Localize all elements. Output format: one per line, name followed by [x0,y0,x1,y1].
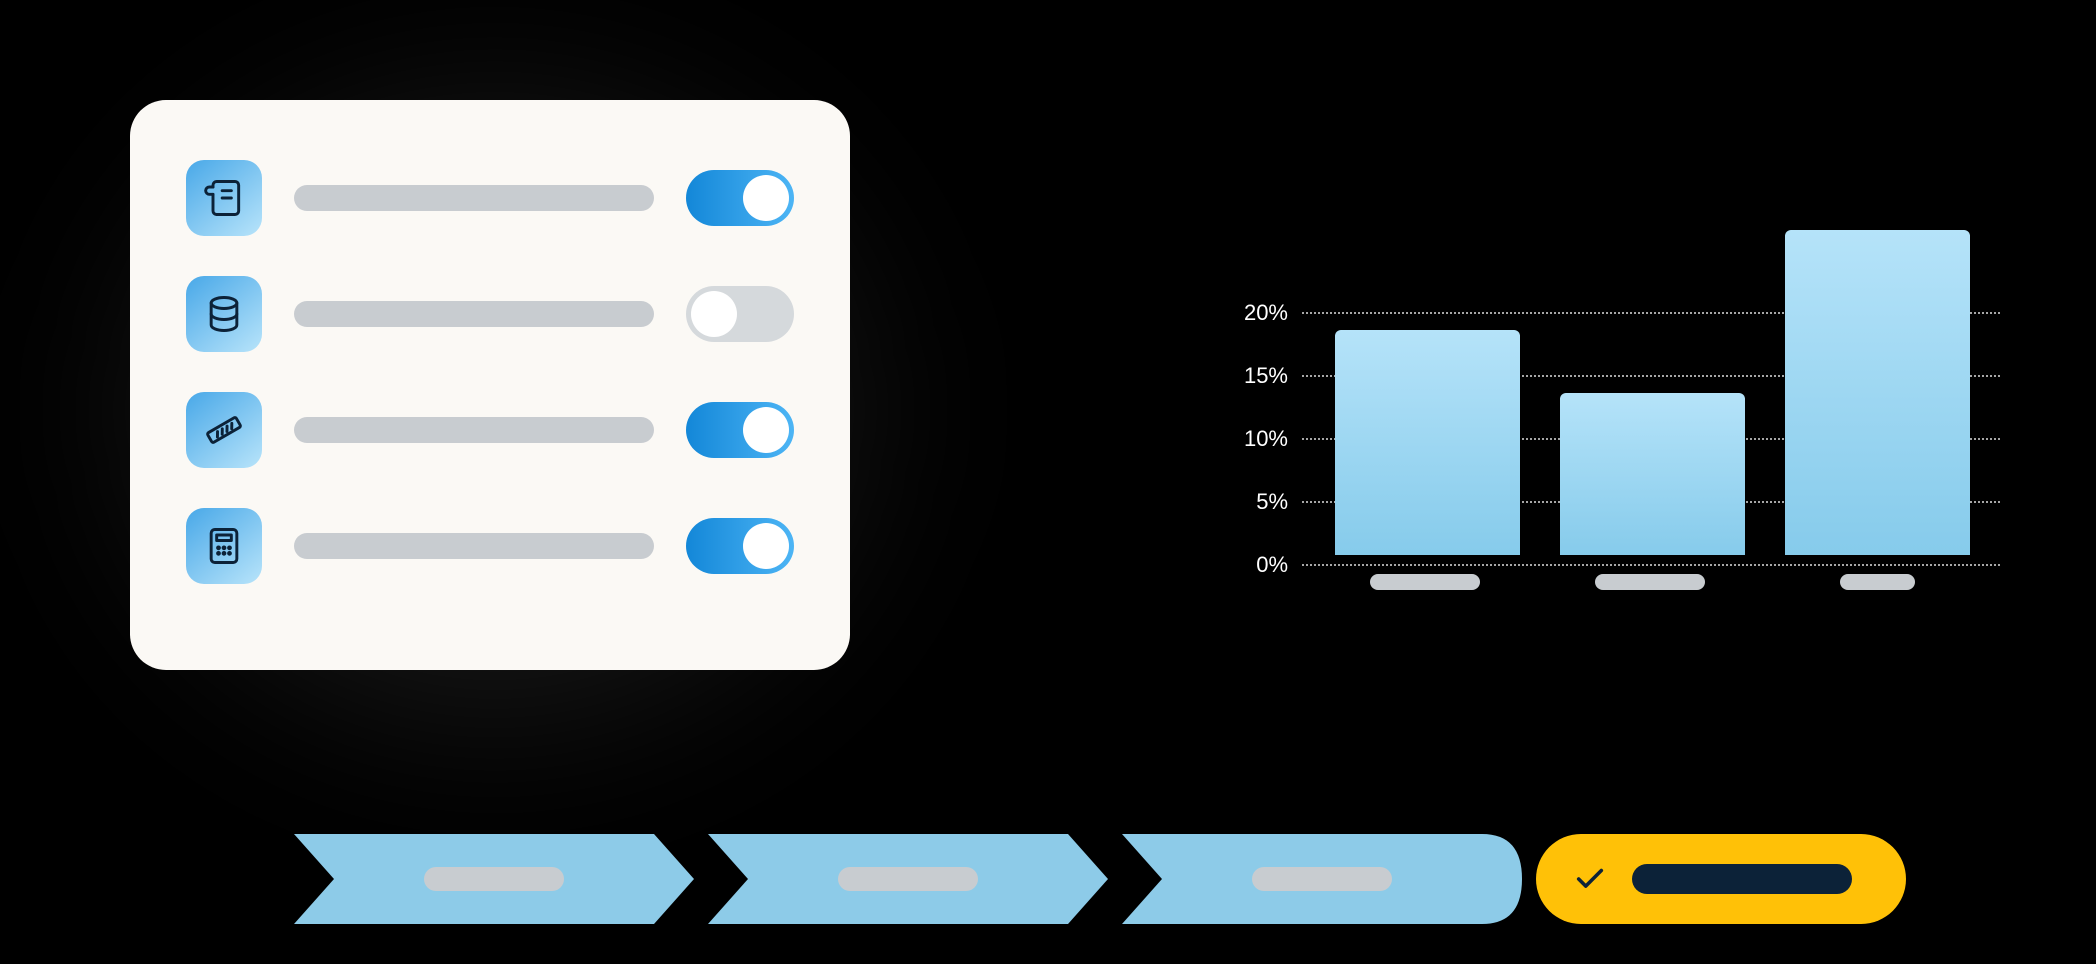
step-label-placeholder [424,867,564,891]
calculator-icon [186,508,262,584]
y-tick-label: 5% [1230,489,1288,515]
toggle-4[interactable] [686,518,794,574]
toggle-knob [691,291,737,337]
step-label-placeholder [838,867,978,891]
gridline [1302,564,2000,566]
setting-label-placeholder [294,417,654,443]
workflow-step-3[interactable] [1122,834,1522,924]
setting-label-placeholder [294,533,654,559]
x-category-placeholder [1370,574,1480,590]
settings-panel [130,100,850,670]
final-label-placeholder [1632,864,1852,894]
toggle-3[interactable] [686,402,794,458]
setting-label-placeholder [294,301,654,327]
ruler-icon [186,392,262,468]
setting-row-2 [186,276,794,352]
chart-bar-3 [1785,230,1970,555]
setting-row-4 [186,508,794,584]
x-category-placeholder [1840,574,1915,590]
y-tick-label: 20% [1230,300,1288,326]
setting-row-3 [186,392,794,468]
x-category-placeholder [1595,574,1705,590]
y-tick-label: 15% [1230,363,1288,389]
toggle-knob [743,407,789,453]
toggle-knob [743,523,789,569]
toggle-2[interactable] [686,286,794,342]
workflow-step-final[interactable] [1536,834,1906,924]
setting-row-1 [186,160,794,236]
setting-label-placeholder [294,185,654,211]
chart-bar-1 [1335,330,1520,555]
database-icon [186,276,262,352]
toggle-knob [743,175,789,221]
y-tick-label: 10% [1230,426,1288,452]
workflow-step-1[interactable] [294,834,694,924]
step-label-placeholder [1252,867,1392,891]
y-tick-label: 0% [1230,552,1288,578]
scroll-icon [186,160,262,236]
chart-bar-2 [1560,393,1745,555]
workflow-stepper [294,834,1906,924]
bar-chart: 20% 15% 10% 5% 0% [1230,250,2000,590]
workflow-step-2[interactable] [708,834,1108,924]
toggle-1[interactable] [686,170,794,226]
check-icon [1570,859,1610,899]
